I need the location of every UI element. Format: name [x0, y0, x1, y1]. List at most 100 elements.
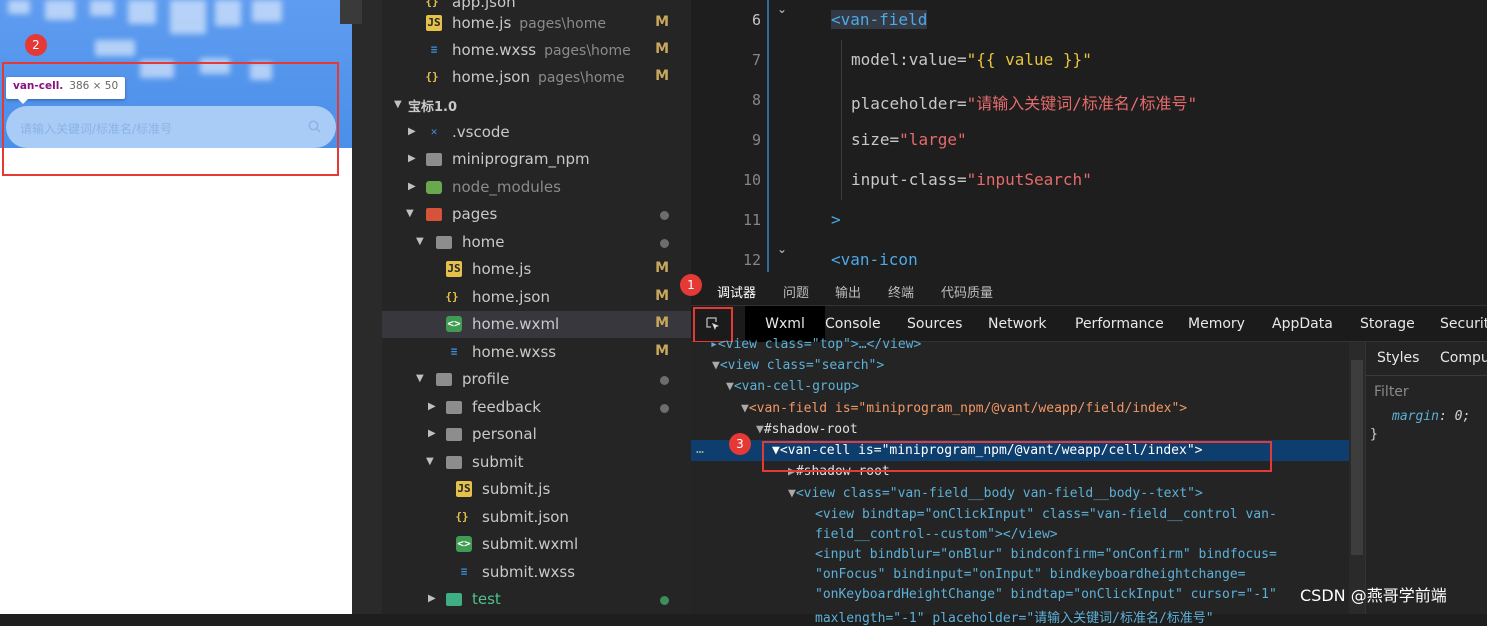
line-number: 9 [751, 131, 761, 149]
dom-line[interactable]: "onFocus" bindinput="onInput" bindkeyboa… [815, 567, 1245, 582]
code-line: <van-field [831, 10, 928, 29]
tree-item-project-root[interactable]: ▼ 宝标1.0 [382, 92, 691, 119]
chevron-down-icon: ▼ [416, 373, 424, 384]
tab-computed[interactable]: Compu [1440, 350, 1487, 366]
vscode-folder-icon: ✕ [430, 125, 438, 138]
tree-item[interactable]: JS home.js pages\home M [382, 10, 691, 37]
inspect-tooltip: van-cell. 386 × 50 [6, 77, 126, 104]
tree-item[interactable]: <> submit.wxml [382, 531, 691, 558]
tree-item[interactable]: ▶ test [382, 586, 691, 613]
tree-item-label: 宝标1.0 [408, 100, 458, 115]
tree-item-label: feedback [472, 398, 541, 416]
dom-line[interactable]: <view bindtap="onClickInput" class="van-… [815, 507, 1277, 522]
dom-line[interactable]: ▼<van-cell-group> [726, 379, 859, 394]
dom-line[interactable]: maxlength="-1" placeholder="请输入关键词/标准名/标… [815, 607, 1214, 626]
tree-item[interactable]: ≡ home.wxss M [382, 339, 691, 366]
tooltip-size: 386 × 50 [69, 80, 119, 92]
tree-item-label: profile [462, 370, 510, 388]
tab-memory[interactable]: Memory [1188, 306, 1245, 342]
tree-item[interactable]: ▶ personal [382, 421, 691, 448]
css-file-icon: ≡ [450, 345, 458, 358]
tree-item[interactable]: ▶ ✕ .vscode [382, 119, 691, 146]
tree-item-path: pages\home [544, 43, 631, 59]
json-file-icon: {} [425, 0, 439, 8]
tree-item-selected[interactable]: <> home.wxml M [382, 311, 691, 338]
tree-item-path: pages\home [537, 70, 625, 86]
tab-styles[interactable]: Styles [1377, 350, 1419, 366]
tree-item-label: submit.wxml [482, 535, 579, 553]
js-file-icon: JS [426, 15, 442, 31]
tree-item[interactable]: ▼ submit [382, 449, 691, 476]
tree-item-label: pages [452, 205, 498, 223]
json-file-icon: {} [445, 290, 459, 303]
tree-item-label: home.wxml [472, 315, 560, 333]
tab-debugger[interactable]: 调试器 [717, 282, 756, 301]
tree-item[interactable]: ▼ pages [382, 201, 691, 228]
tree-item-label: test [472, 590, 501, 608]
dom-line[interactable]: ▼<view class="search"> [712, 358, 884, 373]
git-status: M [655, 14, 669, 30]
code-line: model:value="{{ value }}" [851, 50, 1092, 69]
selected-node-box [762, 441, 1272, 472]
tree-item[interactable]: ▶ node_modules [382, 174, 691, 201]
tree-item-label: home.json [452, 68, 530, 86]
folder-open-icon [446, 456, 462, 469]
git-status: M [655, 288, 669, 304]
git-status: M [655, 260, 669, 276]
tree-item-label: miniprogram_npm [452, 150, 590, 168]
tree-item[interactable]: ≡ home.wxss pages\home M [382, 37, 691, 64]
change-dot [660, 404, 669, 413]
tree-item[interactable]: ▼ home [382, 229, 691, 256]
fold-chevron-icon[interactable]: ⌄ [777, 2, 787, 16]
tab-security[interactable]: Security [1440, 306, 1487, 342]
tree-item[interactable]: JS home.js M [382, 256, 691, 283]
chevron-right-icon: ▶ [428, 401, 436, 412]
tree-item[interactable]: ≡ submit.wxss [382, 559, 691, 586]
tree-item[interactable]: ▶ feedback [382, 394, 691, 421]
tree-item-label: submit.js [482, 480, 551, 498]
dom-line[interactable]: ▸<view class="top">…</view> [710, 337, 921, 352]
dom-line[interactable]: "onKeyboardHeightChange" bindtap="onClic… [815, 587, 1277, 602]
fold-chevron-icon[interactable]: ⌄ [777, 242, 787, 256]
step-badge-1: 1 [680, 274, 702, 296]
tree-item-label: submit.wxss [482, 563, 576, 581]
folder-icon [446, 401, 462, 414]
git-status: M [655, 41, 669, 57]
tree-item-label: .vscode [452, 123, 510, 141]
tab-output[interactable]: 输出 [835, 282, 861, 301]
tab-code-quality[interactable]: 代码质量 [941, 282, 993, 301]
code-editor[interactable]: ⌄ ⌄ 6 7 8 9 10 11 12 <van-field model:va… [691, 0, 1487, 272]
tab-performance[interactable]: Performance [1075, 306, 1164, 342]
chevron-right-icon: ▶ [428, 593, 436, 604]
dom-line[interactable]: ▼<view class="van-field__body van-field_… [788, 486, 1203, 501]
code-line: size="large" [851, 130, 967, 149]
tree-item[interactable]: ▼ profile [382, 366, 691, 393]
tree-item[interactable]: ▶ miniprogram_npm [382, 146, 691, 173]
dom-line[interactable]: ▼#shadow-root [756, 422, 858, 437]
tab-appdata[interactable]: AppData [1272, 306, 1333, 342]
tab-problems[interactable]: 问题 [783, 282, 809, 301]
style-rule-close: } [1370, 427, 1378, 442]
tree-item[interactable]: {} home.json M [382, 284, 691, 311]
tab-storage[interactable]: Storage [1360, 306, 1415, 342]
tree-item[interactable]: {} home.json pages\home M [382, 64, 691, 91]
scrollbar-thumb[interactable] [1351, 360, 1363, 555]
tree-item-label: home [462, 233, 505, 251]
chevron-down-icon: ▼ [426, 456, 434, 467]
node-folder-icon [426, 181, 442, 194]
tree-item[interactable]: JS submit.js [382, 476, 691, 503]
indent-guide [841, 40, 842, 200]
tab-terminal[interactable]: 终端 [888, 282, 914, 301]
styles-filter-input[interactable]: Filter [1374, 384, 1409, 400]
tree-item-label: home.json [472, 288, 550, 306]
tree-item[interactable]: {} submit.json [382, 504, 691, 531]
style-rule[interactable]: margin: 0; [1392, 409, 1470, 424]
tab-network[interactable]: Network [988, 306, 1046, 342]
line-number: 12 [742, 251, 761, 269]
dom-line[interactable]: field__control--custom"></view> [815, 527, 1058, 542]
dom-line[interactable]: <input bindblur="onBlur" bindconfirm="on… [815, 547, 1277, 562]
node-menu-dots[interactable]: … [696, 442, 704, 457]
tree-item-label: home.wxss [472, 343, 557, 361]
panel-divider-handle [340, 0, 362, 24]
dom-line[interactable]: ▼<van-field is="miniprogram_npm/@vant/we… [741, 401, 1187, 416]
